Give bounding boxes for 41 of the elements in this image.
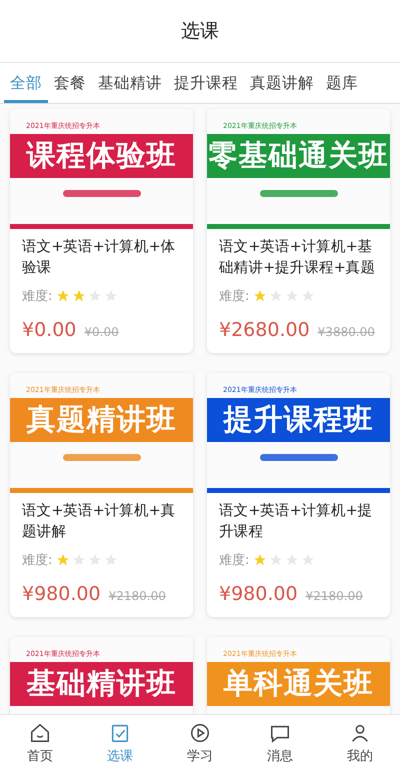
category-tab[interactable]: 套餐	[48, 63, 92, 103]
banner-title: 基础精讲班	[10, 662, 193, 706]
course-title: 语文+英语+计算机+真题讲解	[22, 502, 176, 542]
star-icon	[56, 289, 70, 303]
category-tab[interactable]: 真题讲解	[244, 63, 320, 103]
category-tab[interactable]: 题库	[320, 63, 364, 103]
original-price: ¥2180.00	[108, 589, 166, 603]
course-price: ¥0.00	[22, 319, 76, 341]
course-price: ¥980.00	[22, 583, 101, 605]
original-price: ¥0.00	[84, 325, 119, 339]
original-price: ¥2180.00	[306, 589, 363, 603]
difficulty-label: 难度:	[22, 288, 52, 305]
nav-item[interactable]: 我的	[320, 715, 400, 771]
category-tab[interactable]: 全部	[4, 63, 48, 103]
difficulty-label: 难度:	[22, 552, 52, 569]
original-price: ¥3880.00	[318, 325, 375, 339]
play-icon	[189, 722, 211, 744]
nav-item[interactable]: 首页	[0, 715, 80, 771]
category-tab[interactable]: 提升课程	[168, 63, 244, 103]
banner-title: 零基础通关班	[207, 134, 390, 178]
star-icon	[72, 289, 86, 303]
course-title: 语文+英语+计算机+基础精讲+提升课程+真题	[219, 238, 376, 278]
difficulty-label: 难度:	[219, 552, 250, 569]
course-price: ¥2680.00	[219, 319, 310, 341]
banner-title: 课程体验班	[10, 134, 193, 178]
nav-item[interactable]: 消息	[240, 715, 320, 771]
banner-title: 单科通关班	[207, 662, 390, 706]
page-title: 选课	[181, 19, 219, 44]
category-tab[interactable]: 基础精讲	[92, 63, 168, 103]
nav-item[interactable]: 学习	[160, 715, 240, 771]
star-icon	[253, 553, 268, 567]
course-title: 语文+英语+计算机+体验课	[22, 238, 176, 278]
home-icon	[29, 722, 51, 744]
banner-title: 提升课程班	[207, 398, 390, 442]
star-icon	[56, 553, 70, 567]
star-icon	[253, 289, 268, 303]
course-price: ¥980.00	[219, 583, 298, 605]
difficulty-label: 难度:	[219, 288, 250, 305]
nav-item[interactable]: 选课	[80, 715, 160, 771]
banner-title: 真题精讲班	[10, 398, 193, 442]
course-title: 语文+英语+计算机+提升课程	[219, 502, 374, 542]
